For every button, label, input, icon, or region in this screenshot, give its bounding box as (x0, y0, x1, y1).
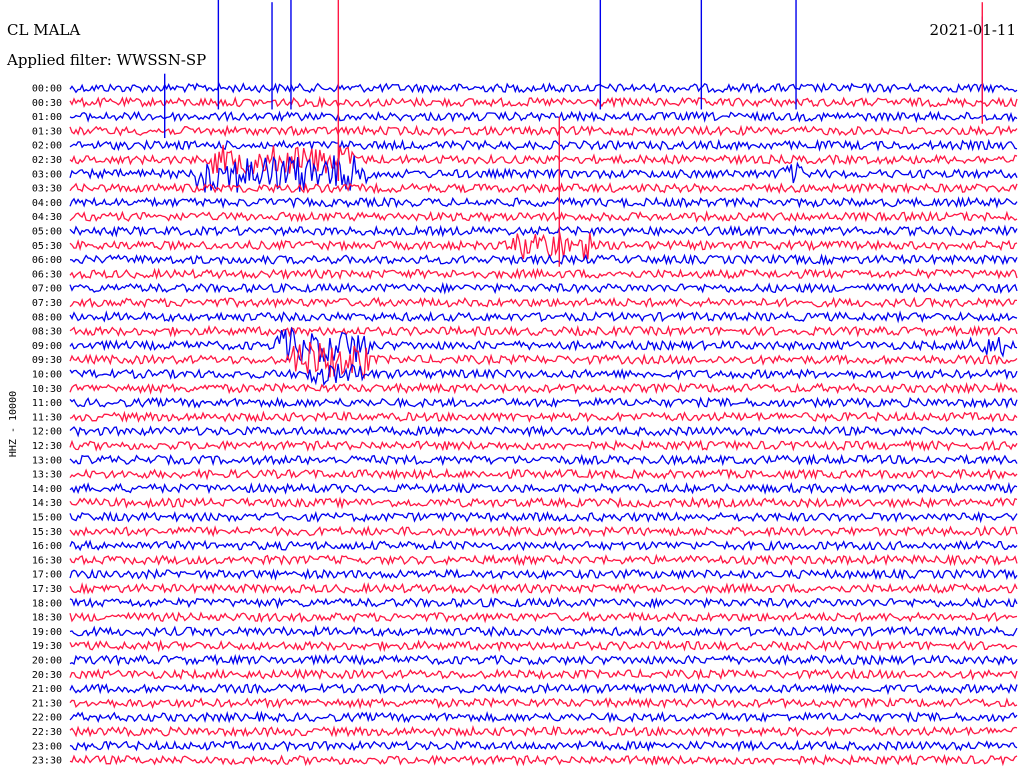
row-label: 03:00 (32, 169, 62, 180)
row-label: 23:30 (32, 756, 62, 767)
row-label: 10:30 (32, 384, 62, 395)
trace-row (69, 439, 1018, 452)
row-labels: 00:00 00:30 01:00 01:30 02:00 02:30 03:00 03:30… (32, 84, 62, 767)
trace-row (69, 267, 1018, 281)
row-label: 15:00 (32, 513, 62, 524)
row-label: 10:00 (32, 370, 62, 381)
trace-row (69, 310, 1018, 324)
row-label: 09:30 (32, 355, 62, 366)
trace-row (69, 553, 1018, 567)
trace-row (69, 467, 1018, 481)
row-label: 05:00 (32, 227, 62, 238)
trace-row (69, 596, 1018, 610)
trace-row (69, 667, 1018, 681)
row-label: 18:00 (32, 598, 62, 609)
trace-row (69, 253, 1018, 266)
row-label: 05:30 (32, 241, 62, 252)
row-label: 04:30 (32, 212, 62, 223)
row-label: 02:00 (32, 141, 62, 152)
row-label: 02:30 (32, 155, 62, 166)
row-label: 00:30 (32, 98, 62, 109)
trace-row (69, 196, 1018, 209)
row-label: 23:00 (32, 741, 62, 752)
row-label: 07:00 (32, 284, 62, 295)
row-label: 11:30 (32, 412, 62, 423)
row-label: 21:30 (32, 698, 62, 709)
trace-row (69, 82, 1018, 95)
row-label: 06:00 (32, 255, 62, 266)
row-label: 17:30 (32, 584, 62, 595)
row-label: 08:30 (32, 327, 62, 338)
trace-row (69, 363, 1018, 387)
row-label: 11:00 (32, 398, 62, 409)
trace-row (69, 696, 1018, 710)
row-label: 14:00 (32, 484, 62, 495)
trace-row (69, 611, 1018, 624)
row-label: 06:30 (32, 269, 62, 280)
row-label: 13:30 (32, 470, 62, 481)
trace-row (69, 232, 1018, 260)
row-label: 19:30 (32, 641, 62, 652)
trace-row (69, 124, 1018, 138)
trace-row (69, 539, 1018, 552)
trace-row (69, 138, 1018, 152)
trace-row (69, 324, 1018, 338)
row-label: 22:30 (32, 727, 62, 738)
trace-row (69, 682, 1018, 696)
trace-row (69, 209, 1018, 223)
row-label: 01:00 (32, 112, 62, 123)
row-label: 03:30 (32, 184, 62, 195)
row-label: 15:30 (32, 527, 62, 538)
channel-label: HHZ - 10000 (8, 391, 19, 457)
row-label: 16:30 (32, 555, 62, 566)
trace-row (69, 639, 1018, 653)
row-label: 12:00 (32, 427, 62, 438)
row-label: 09:00 (32, 341, 62, 352)
helicorder-plot: 00:00 00:30 01:00 01:30 02:00 02:30 03:00 03:30… (8, 0, 1018, 767)
row-label: 16:00 (32, 541, 62, 552)
trace-row (69, 453, 1018, 467)
trace-row (69, 510, 1018, 524)
row-label: 20:30 (32, 670, 62, 681)
trace-row (69, 425, 1018, 438)
row-label: 12:30 (32, 441, 62, 452)
row-label: 20:00 (32, 656, 62, 667)
traces (69, 0, 1018, 767)
row-label: 14:30 (32, 498, 62, 509)
trace-row (69, 624, 1018, 638)
row-label: 18:30 (32, 613, 62, 624)
row-label: 17:00 (32, 570, 62, 581)
trace-row (69, 724, 1018, 738)
row-label: 22:00 (32, 713, 62, 724)
trace-row (69, 524, 1018, 538)
row-label: 13:00 (32, 455, 62, 466)
row-label: 19:00 (32, 627, 62, 638)
trace-row (69, 110, 1018, 124)
trace-row (69, 496, 1018, 510)
trace-row (69, 481, 1018, 495)
row-label: 01:30 (32, 126, 62, 137)
trace-row (69, 296, 1018, 309)
trace-row (69, 281, 1018, 295)
trace-row (69, 710, 1018, 724)
trace-row (69, 582, 1018, 595)
trace-row (69, 95, 1018, 109)
trace-row (69, 653, 1018, 667)
trace-row (69, 567, 1018, 581)
trace-row (69, 396, 1018, 409)
trace-row (69, 381, 1018, 395)
row-label: 21:00 (32, 684, 62, 695)
row-label: 07:30 (32, 298, 62, 309)
row-label: 00:00 (32, 84, 62, 95)
row-label: 04:00 (32, 198, 62, 209)
trace-row (69, 739, 1018, 753)
trace-row (69, 753, 1018, 767)
trace-row (69, 410, 1018, 423)
row-label: 08:00 (32, 312, 62, 323)
